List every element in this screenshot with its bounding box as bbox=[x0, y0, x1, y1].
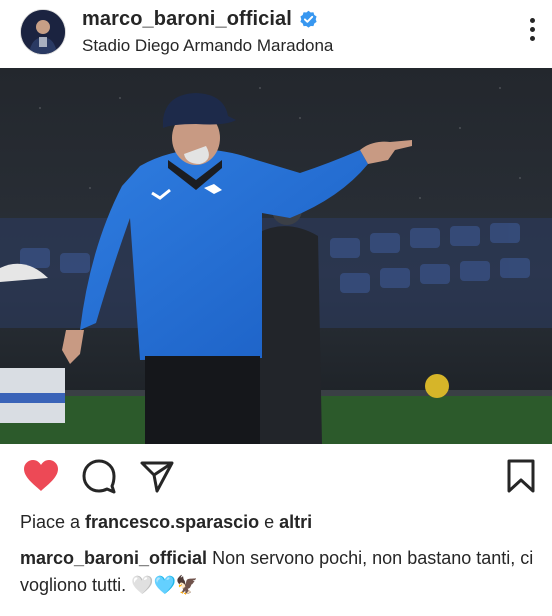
verified-badge-icon bbox=[299, 10, 318, 29]
avatar[interactable] bbox=[21, 10, 65, 54]
likes-others[interactable]: altri bbox=[279, 512, 312, 532]
comment-icon[interactable] bbox=[80, 458, 118, 494]
caption-username[interactable]: marco_baroni_official bbox=[20, 548, 207, 568]
heart-icon[interactable] bbox=[22, 458, 60, 494]
bookmark-icon[interactable] bbox=[504, 458, 538, 494]
likes-user[interactable]: francesco.sparascio bbox=[85, 512, 259, 532]
more-vertical-icon[interactable] bbox=[528, 18, 536, 44]
likes-prefix: Piace a bbox=[20, 512, 86, 532]
caption: marco_baroni_official Non servono pochi,… bbox=[20, 545, 540, 599]
likes-conjunction: e bbox=[259, 512, 280, 532]
send-icon[interactable] bbox=[138, 458, 176, 494]
post-actions bbox=[0, 444, 552, 508]
likes-summary: Piace a francesco.sparascio e altri bbox=[20, 512, 312, 533]
post-photo[interactable] bbox=[0, 68, 552, 444]
post-header: marco_baroni_official Stadio Diego Arman… bbox=[0, 0, 552, 68]
username[interactable]: marco_baroni_official bbox=[82, 8, 292, 31]
post-location[interactable]: Stadio Diego Armando Maradona bbox=[82, 36, 333, 56]
